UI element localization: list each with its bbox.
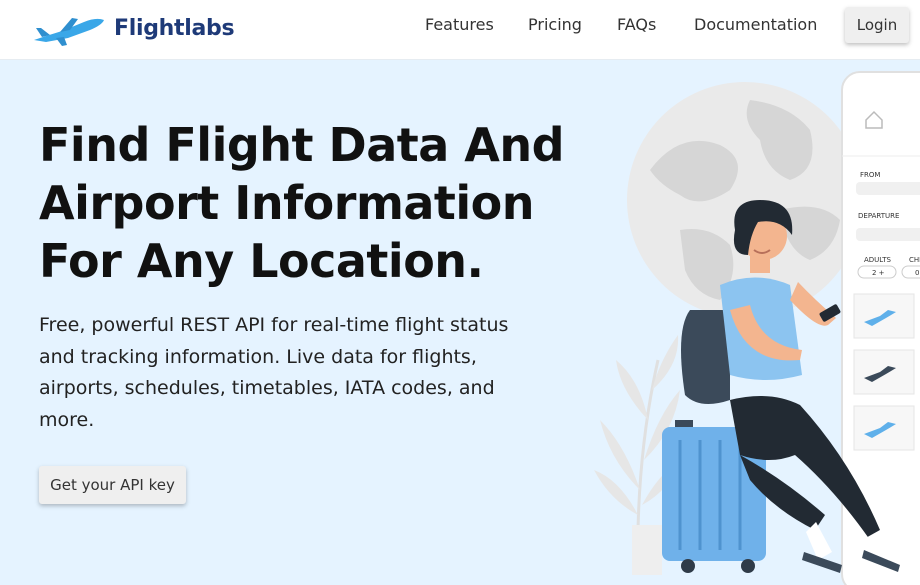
get-api-key-button[interactable]: Get your API key (39, 466, 186, 504)
flight-card (853, 293, 915, 339)
top-navbar: Flightlabs Features Pricing FAQs Documen… (0, 0, 920, 60)
hero-description: Free, powerful REST API for real-time fl… (39, 314, 509, 431)
hero-title-line: Airport Information (39, 176, 535, 230)
login-button[interactable]: Login (845, 7, 909, 43)
travel-illustration: FROM DEPARTURE ADULTS CHI 2 + 0 (594, 71, 920, 585)
brand-name: Flightlabs (114, 15, 235, 41)
phone-adults-value: 2 + (872, 269, 885, 277)
nav-link-documentation[interactable]: Documentation (694, 15, 817, 34)
hero-title: Find Flight Data And Airport Information… (39, 116, 599, 290)
nav-link-pricing[interactable]: Pricing (528, 15, 582, 34)
hero-section: Find Flight Data And Airport Information… (0, 60, 920, 585)
nav-link-features[interactable]: Features (425, 15, 494, 34)
phone-children-value: 0 (915, 269, 919, 277)
hero-title-line: Find Flight Data And (39, 118, 565, 172)
phone-children-label: CHI (909, 256, 920, 264)
flight-card (853, 349, 915, 395)
hero-title-line: For Any Location. (39, 234, 484, 288)
airplane-icon (34, 18, 104, 46)
phone-departure-label: DEPARTURE (858, 212, 899, 220)
phone-adults-label: ADULTS (864, 256, 892, 264)
flight-card (853, 405, 915, 451)
nav-link-faqs[interactable]: FAQs (617, 15, 656, 34)
brand-logo[interactable]: Flightlabs (32, 10, 235, 46)
phone-from-label: FROM (860, 171, 880, 179)
